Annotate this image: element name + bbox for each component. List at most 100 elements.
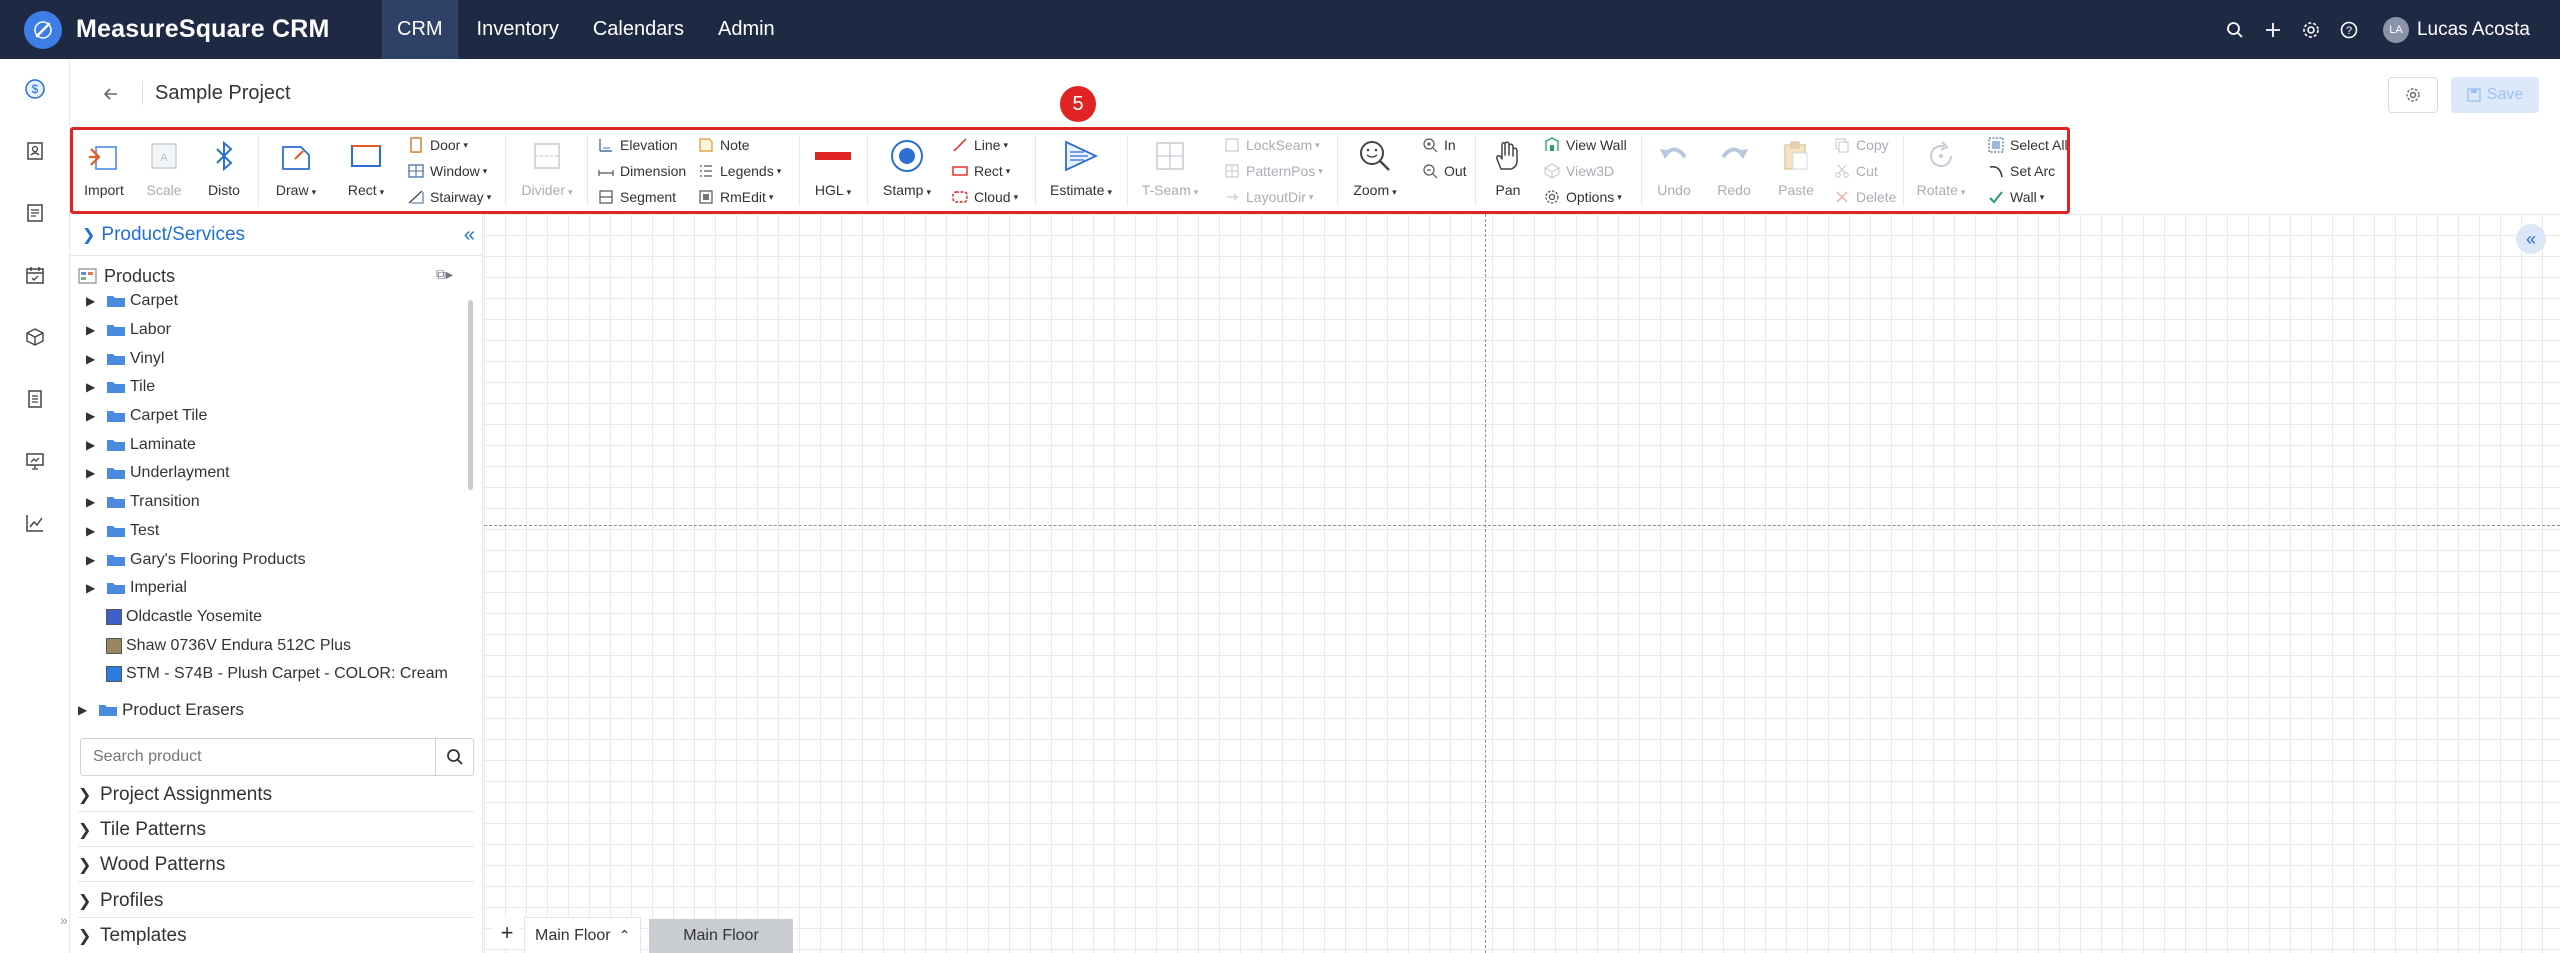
line-button[interactable]: Line ▾ bbox=[951, 134, 1008, 156]
drawing-canvas[interactable] bbox=[484, 214, 2560, 953]
zoom-out-button[interactable]: Out bbox=[1421, 160, 1467, 182]
select-all-button[interactable]: Select All bbox=[1987, 134, 2068, 156]
scale-button[interactable]: A Scale bbox=[139, 130, 189, 198]
redo-button[interactable]: Redo bbox=[1709, 130, 1759, 198]
rect-small-icon bbox=[951, 162, 969, 180]
section-profiles[interactable]: ❯ Profiles bbox=[78, 884, 474, 918]
product-item[interactable]: Oldcastle Yosemite bbox=[86, 604, 262, 630]
expand-right-panel-icon[interactable]: « bbox=[2516, 224, 2546, 254]
draw-icon bbox=[276, 136, 316, 176]
set-arc-button[interactable]: Set Arc bbox=[1987, 160, 2055, 182]
view3d-button[interactable]: View3D bbox=[1543, 160, 1614, 182]
elevation-button[interactable]: Elevation bbox=[597, 134, 678, 156]
draw-button[interactable]: Draw ▾ bbox=[268, 130, 324, 198]
delete-button[interactable]: Delete bbox=[1833, 186, 1896, 208]
rail-contacts-icon[interactable] bbox=[0, 129, 70, 173]
clipboard-icon bbox=[1776, 136, 1816, 176]
note-button[interactable]: Note bbox=[697, 134, 750, 156]
tree-options-icon[interactable]: ⧉▸ bbox=[436, 266, 453, 283]
nav-inventory[interactable]: Inventory bbox=[462, 0, 574, 59]
tree-scrollbar[interactable] bbox=[468, 300, 473, 490]
dimension-icon bbox=[597, 162, 615, 180]
window-button[interactable]: Window ▾ bbox=[407, 160, 487, 182]
rect-button[interactable]: Rect ▾ bbox=[338, 130, 394, 198]
add-floor-button[interactable]: + bbox=[494, 918, 520, 948]
stamp-button[interactable]: Stamp ▾ bbox=[877, 130, 937, 198]
back-arrow-icon[interactable] bbox=[98, 81, 124, 107]
copy-button[interactable]: Copy bbox=[1833, 134, 1889, 156]
paste-button[interactable]: Paste bbox=[1771, 130, 1821, 198]
rail-presentation-icon[interactable] bbox=[0, 439, 70, 483]
wall-button[interactable]: Wall ▾ bbox=[1987, 186, 2044, 208]
tree-node-carpet-tile[interactable]: ▶ Carpet Tile bbox=[86, 403, 207, 429]
nav-calendars[interactable]: Calendars bbox=[578, 0, 699, 59]
cut-button[interactable]: Cut bbox=[1833, 160, 1878, 182]
brand[interactable]: MeasureSquare CRM bbox=[0, 0, 382, 59]
estimate-button[interactable]: Estimate ▾ bbox=[1045, 130, 1117, 198]
segment-button[interactable]: Segment bbox=[597, 186, 676, 208]
section-project-assignments[interactable]: ❯ Project Assignments bbox=[78, 778, 474, 812]
undo-button[interactable]: Undo bbox=[1649, 130, 1699, 198]
section-templates[interactable]: ❯ Templates bbox=[78, 919, 474, 953]
section-tile-patterns[interactable]: ❯ Tile Patterns bbox=[78, 813, 474, 847]
tree-root-products[interactable]: Products bbox=[78, 264, 175, 288]
zoom-in-button[interactable]: In bbox=[1421, 134, 1456, 156]
tree-node-labor[interactable]: ▶ Labor bbox=[86, 317, 171, 343]
cloud-button[interactable]: Cloud ▾ bbox=[951, 186, 1018, 208]
nav-crm[interactable]: CRM bbox=[382, 0, 458, 59]
product-item[interactable]: STM - S74B - Plush Carpet - COLOR: Cream bbox=[86, 661, 448, 687]
save-button[interactable]: Save bbox=[2451, 77, 2539, 113]
zoom-button[interactable]: Zoom ▾ bbox=[1345, 130, 1405, 198]
floor-selector[interactable]: Main Floor ⌃ bbox=[524, 917, 642, 953]
hgl-button[interactable]: HGL ▾ bbox=[807, 130, 859, 198]
rail-invoice-icon[interactable] bbox=[0, 377, 70, 421]
disto-button[interactable]: Disto bbox=[199, 130, 249, 198]
patternpos-button[interactable]: PatternPos ▾ bbox=[1223, 160, 1323, 182]
search-product-input[interactable] bbox=[81, 739, 435, 775]
tree-node-imperial[interactable]: ▶ Imperial bbox=[86, 575, 187, 601]
stairway-button[interactable]: Stairway ▾ bbox=[407, 186, 491, 208]
rotate-button[interactable]: Rotate ▾ bbox=[1911, 130, 1971, 198]
rail-documents-icon[interactable] bbox=[0, 191, 70, 235]
rail-box-icon[interactable] bbox=[0, 315, 70, 359]
tseam-button[interactable]: T-Seam ▾ bbox=[1137, 130, 1203, 198]
import-button[interactable]: Import bbox=[79, 130, 129, 198]
tree-node-test[interactable]: ▶ Test bbox=[86, 518, 159, 544]
search-icon[interactable] bbox=[2217, 12, 2253, 48]
tree-node-underlayment[interactable]: ▶ Underlayment bbox=[86, 460, 230, 486]
product-erasers-node[interactable]: ▶ Product Erasers bbox=[78, 696, 244, 724]
search-button[interactable] bbox=[435, 739, 473, 775]
legends-button[interactable]: Legends ▾ bbox=[697, 160, 781, 182]
nav-admin[interactable]: Admin bbox=[703, 0, 790, 59]
floor-tab[interactable]: Main Floor bbox=[649, 919, 793, 953]
rail-calendar-icon[interactable] bbox=[0, 253, 70, 297]
rmedit-button[interactable]: RmEdit ▾ bbox=[697, 186, 773, 208]
tree-node-transition[interactable]: ▶ Transition bbox=[86, 489, 200, 515]
collapse-panel-icon[interactable]: « bbox=[464, 224, 475, 247]
product-services-header[interactable]: ❯ Product/Services « bbox=[70, 214, 483, 256]
view-wall-button[interactable]: View Wall bbox=[1543, 134, 1627, 156]
help-icon[interactable]: ? bbox=[2331, 12, 2367, 48]
section-wood-patterns[interactable]: ❯ Wood Patterns bbox=[78, 848, 474, 882]
settings-button[interactable] bbox=[2388, 77, 2438, 113]
lockseam-button[interactable]: LockSeam ▾ bbox=[1223, 134, 1320, 156]
product-item[interactable]: Shaw 0736V Endura 512C Plus bbox=[86, 633, 351, 659]
expand-rail-icon[interactable]: » bbox=[60, 912, 68, 928]
tree-node-carpet[interactable]: ▶ Carpet bbox=[86, 288, 178, 314]
tree-node-tile[interactable]: ▶ Tile bbox=[86, 374, 155, 400]
layoutdir-button[interactable]: LayoutDir ▾ bbox=[1223, 186, 1313, 208]
tree-node-vinyl[interactable]: ▶ Vinyl bbox=[86, 346, 164, 372]
rail-chart-icon[interactable] bbox=[0, 501, 70, 545]
pan-button[interactable]: Pan bbox=[1483, 130, 1533, 198]
tree-node-laminate[interactable]: ▶ Laminate bbox=[86, 432, 196, 458]
door-button[interactable]: Door ▾ bbox=[407, 134, 468, 156]
add-icon[interactable] bbox=[2255, 12, 2291, 48]
rail-dollar-icon[interactable]: $ bbox=[0, 67, 70, 111]
dimension-button[interactable]: Dimension bbox=[597, 160, 686, 182]
tree-node-garys-flooring[interactable]: ▶ Gary's Flooring Products bbox=[86, 547, 306, 573]
user-menu[interactable]: LA Lucas Acosta bbox=[2382, 16, 2530, 43]
options-button[interactable]: Options ▾ bbox=[1543, 186, 1622, 208]
divider-button[interactable]: Divider ▾ bbox=[515, 130, 579, 198]
gear-icon[interactable] bbox=[2293, 12, 2329, 48]
rect-small-button[interactable]: Rect ▾ bbox=[951, 160, 1010, 182]
